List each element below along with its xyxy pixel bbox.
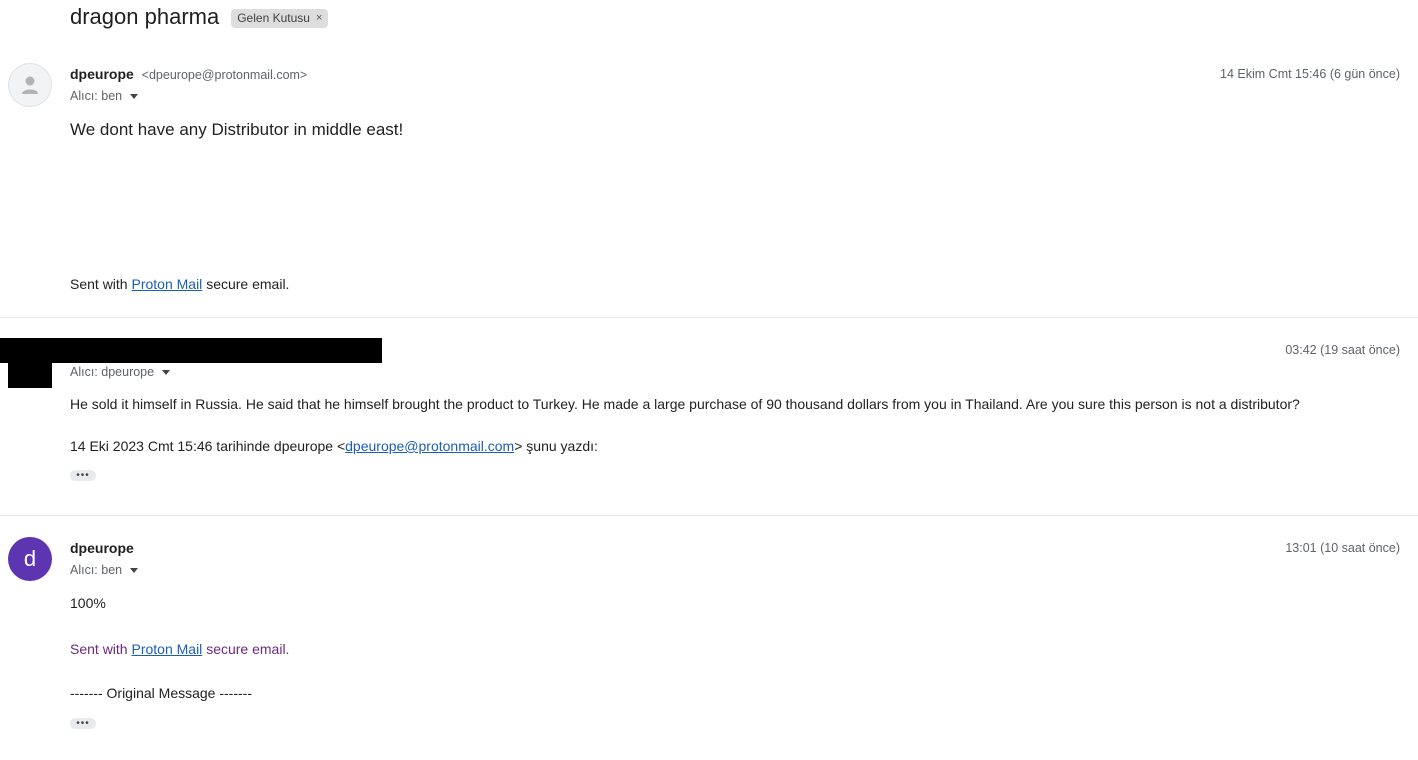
- quote-email-link[interactable]: dpeurope@protonmail.com: [345, 438, 514, 454]
- avatar[interactable]: d: [8, 537, 52, 581]
- quote-suffix: > şunu yazdı:: [514, 438, 598, 454]
- quote-prefix: 14 Eki 2023 Cmt 15:46 tarihinde dpeurope…: [70, 438, 346, 454]
- sender-name[interactable]: dpeurope: [70, 66, 134, 82]
- redaction-bar: [0, 338, 382, 363]
- message-3: d dpeurope 13:01 (10 saat önce) Alıcı: b…: [0, 516, 1418, 760]
- message-date: 03:42 (19 saat önce): [1285, 343, 1400, 357]
- proton-mail-link[interactable]: Proton Mail: [131, 276, 202, 292]
- message-body: He sold it himself in Russia. He said th…: [70, 396, 1300, 412]
- show-details-icon[interactable]: [130, 567, 139, 573]
- show-details-icon[interactable]: [130, 93, 139, 99]
- message-2: 03:42 (19 saat önce) Alıcı: dpeurope He …: [0, 318, 1418, 515]
- show-trimmed-content-button[interactable]: •••: [70, 470, 96, 481]
- signature-prefix: Sent with: [70, 641, 128, 657]
- show-details-icon[interactable]: [162, 369, 171, 375]
- signature-suffix: secure email.: [206, 276, 290, 292]
- recipient-line: Alıcı: dpeurope: [70, 365, 171, 379]
- original-message-separator: ------- Original Message -------: [70, 685, 252, 701]
- signature: Sent with Proton Mail secure email.: [70, 641, 289, 657]
- sender-line: dpeurope: [70, 540, 134, 556]
- sender-line: dpeurope <dpeurope@protonmail.com>: [70, 66, 307, 82]
- message-1: dpeurope <dpeurope@protonmail.com> 14 Ek…: [0, 0, 1418, 318]
- recipient-line: Alıcı: ben: [70, 563, 139, 577]
- quote-header: 14 Eki 2023 Cmt 15:46 tarihinde dpeurope…: [70, 438, 598, 454]
- person-icon: [22, 76, 38, 94]
- redaction-avatar: [8, 362, 52, 388]
- default-avatar[interactable]: [8, 63, 52, 107]
- message-date: 14 Ekim Cmt 15:46 (6 gün önce): [1220, 67, 1400, 81]
- sender-name[interactable]: dpeurope: [70, 540, 134, 556]
- message-body: We dont have any Distributor in middle e…: [70, 120, 404, 139]
- message-date: 13:01 (10 saat önce): [1285, 541, 1400, 555]
- signature: Sent with Proton Mail secure email.: [70, 276, 289, 292]
- message-body: 100%: [70, 595, 106, 611]
- show-trimmed-content-button[interactable]: •••: [70, 718, 96, 729]
- proton-mail-link[interactable]: Proton Mail: [131, 641, 202, 657]
- signature-prefix: Sent with: [70, 276, 128, 292]
- recipient-text: Alıcı: ben: [70, 563, 123, 577]
- signature-suffix: secure email.: [206, 641, 290, 657]
- sender-email: <dpeurope@protonmail.com>: [141, 68, 308, 82]
- recipient-text: Alıcı: ben: [70, 89, 123, 103]
- recipient-line: Alıcı: ben: [70, 89, 139, 103]
- recipient-text: Alıcı: dpeurope: [70, 365, 155, 379]
